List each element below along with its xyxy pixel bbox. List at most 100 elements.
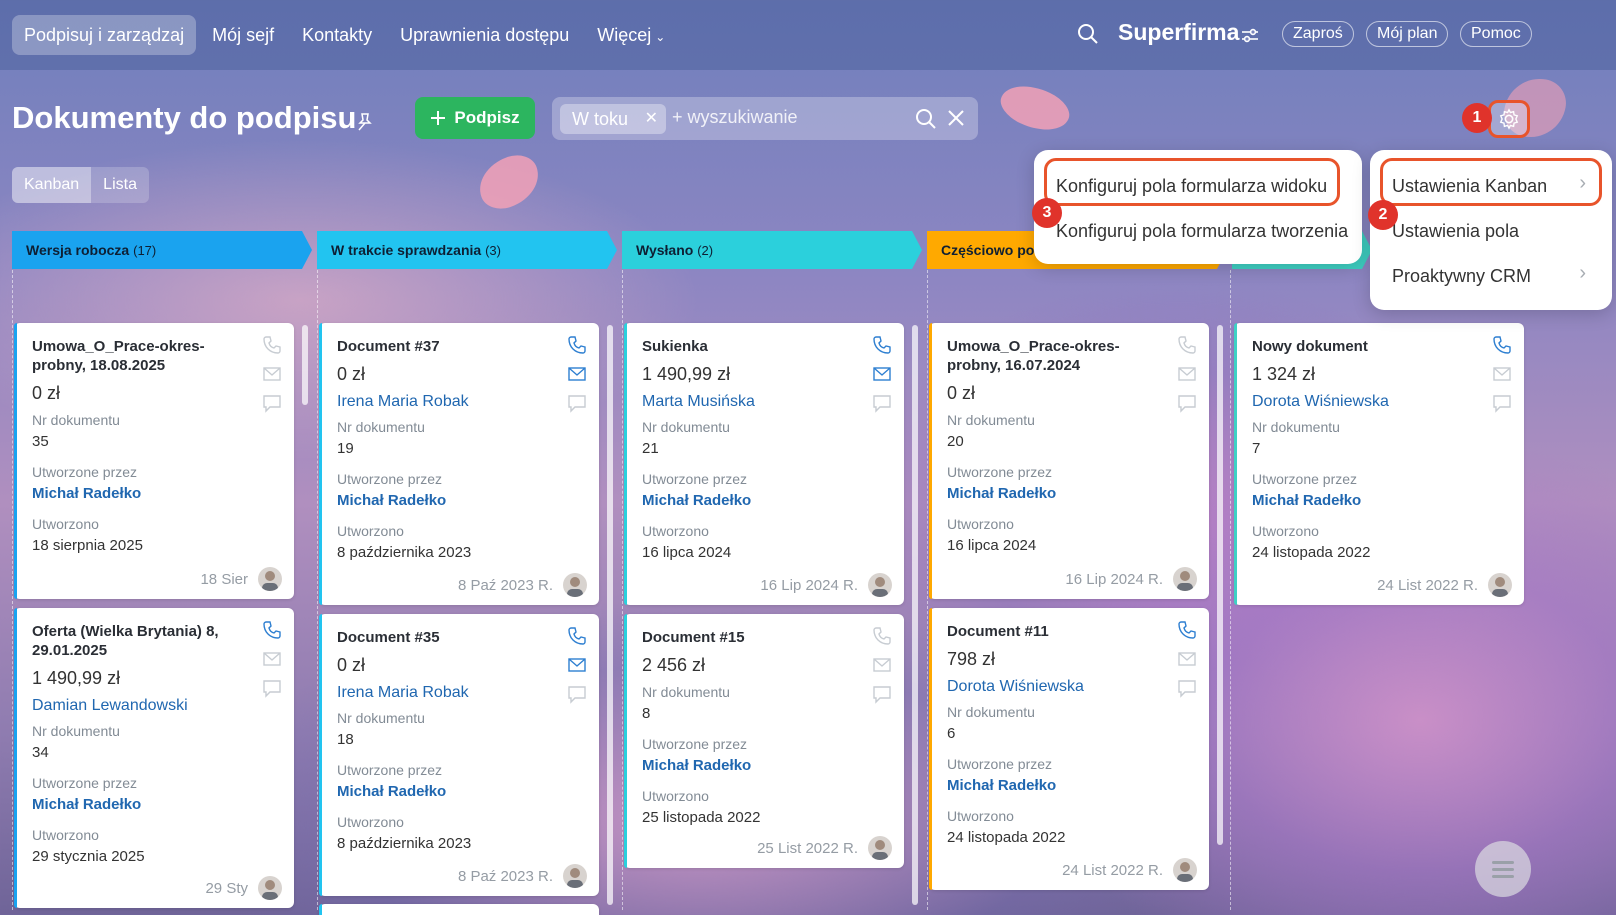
phone-icon[interactable] [1177,620,1197,640]
mail-icon[interactable] [567,364,587,384]
avatar[interactable] [563,864,587,888]
kanban-card[interactable]: Document #11 798 zł Dorota Wiśniewska Nr… [929,608,1209,890]
mail-icon[interactable] [1492,364,1512,384]
phone-icon[interactable] [1492,335,1512,355]
card-title[interactable]: Umowa_O_Prace-okres-probny, 16.07.2024 [947,337,1157,375]
card-author-link[interactable]: Michał Radełko [32,796,276,813]
avatar[interactable] [258,567,282,591]
stage-header-sent[interactable]: Wysłano (2) [622,231,922,269]
card-client-link[interactable]: Dorota Wiśniewska [947,678,1191,696]
floating-menu-button[interactable] [1475,841,1531,897]
card-title[interactable]: Document #11 [947,622,1157,641]
view-kanban-tab[interactable]: Kanban [12,167,92,203]
mail-icon[interactable] [872,364,892,384]
phone-icon[interactable] [1177,335,1197,355]
phone-icon[interactable] [262,335,282,355]
my-plan-button[interactable]: Mój plan [1366,21,1449,47]
chat-icon[interactable] [567,393,587,413]
card-author-link[interactable]: Michał Radełko [947,485,1191,502]
chat-icon[interactable] [1492,393,1512,413]
avatar[interactable] [1173,858,1197,882]
card-author-link[interactable]: Michał Radełko [1252,492,1506,509]
kanban-card[interactable]: Umowa_O_Prace-okres-probny, 16.07.2024 0… [929,323,1209,599]
chat-icon[interactable] [1177,393,1197,413]
kanban-card[interactable]: Document #35 0 zł Irena Maria Robak Nr d… [319,614,599,896]
kanban-card[interactable]: Umowa_O_Prace-okres-probny, 18.08.2025 0… [14,323,294,599]
card-author-link[interactable]: Michał Radełko [337,492,581,509]
view-list-tab[interactable]: Lista [91,167,149,203]
filter-chip-in-progress[interactable]: W toku ✕ [560,104,666,134]
mail-icon[interactable] [1177,364,1197,384]
phone-icon[interactable] [872,335,892,355]
search-input[interactable]: + wyszukiwanie [672,107,798,128]
stage-header-in-review[interactable]: W trakcie sprawdzania (3) [317,231,617,269]
nav-contacts[interactable]: Kontakty [290,15,384,55]
chat-icon[interactable] [872,393,892,413]
column-scrollbar[interactable] [302,325,308,405]
menu-item-proactive-crm[interactable]: Proaktywny CRM [1392,266,1531,287]
card-title[interactable]: Document #35 [337,628,547,647]
chat-icon[interactable] [262,678,282,698]
card-author-link[interactable]: Michał Radełko [642,492,886,509]
close-icon[interactable]: ✕ [645,104,658,134]
phone-icon[interactable] [262,620,282,640]
mail-icon[interactable] [567,655,587,675]
help-button[interactable]: Pomoc [1460,21,1532,47]
avatar[interactable] [868,573,892,597]
card-title[interactable]: Nowy dokument [1252,337,1462,356]
phone-icon[interactable] [872,626,892,646]
card-author-link[interactable]: Michał Radełko [32,485,276,502]
card-client-link[interactable]: Damian Lewandowski [32,697,276,715]
menu-item-field-settings[interactable]: Ustawienia pola [1392,221,1519,242]
chat-icon[interactable] [872,684,892,704]
chat-icon[interactable] [262,393,282,413]
card-client-link[interactable]: Marta Musińska [642,393,886,411]
kanban-card[interactable]: Document #37 0 zł Irena Maria Robak Nr d… [319,323,599,605]
kanban-card[interactable] [319,904,599,915]
sign-button[interactable]: Podpisz [415,97,535,139]
company-name[interactable]: Superfirma [1118,19,1239,46]
card-title[interactable]: Oferta (Wielka Brytania) 8, 29.01.2025 [32,622,242,660]
mail-icon[interactable] [872,655,892,675]
phone-icon[interactable] [567,335,587,355]
avatar[interactable] [563,573,587,597]
mail-icon[interactable] [1177,649,1197,669]
card-title[interactable]: Document #15 [642,628,852,647]
card-title[interactable]: Umowa_O_Prace-okres-probny, 18.08.2025 [32,337,242,375]
nav-access-permissions[interactable]: Uprawnienia dostępu [388,15,581,55]
column-scrollbar[interactable] [607,325,613,905]
settings-gear-button[interactable] [1488,100,1530,138]
chat-icon[interactable] [1177,678,1197,698]
search-icon[interactable] [915,108,937,130]
nav-sign-and-manage[interactable]: Podpisuj i zarządzaj [12,15,197,55]
invite-button[interactable]: Zaproś [1282,21,1354,47]
card-author-link[interactable]: Michał Radełko [337,783,581,800]
stage-header-draft[interactable]: Wersja robocza (17) [12,231,312,269]
pin-icon[interactable] [355,112,375,132]
card-title[interactable]: Document #37 [337,337,547,356]
nav-my-vault[interactable]: Mój sejf [200,15,286,55]
card-client-link[interactable]: Irena Maria Robak [337,393,581,411]
phone-icon[interactable] [567,626,587,646]
card-client-link[interactable]: Dorota Wiśniewska [1252,393,1506,411]
kanban-card[interactable]: Sukienka 1 490,99 zł Marta Musińska Nr d… [624,323,904,605]
sliders-icon[interactable] [1240,25,1260,45]
chat-icon[interactable] [567,684,587,704]
avatar[interactable] [868,836,892,860]
clear-icon[interactable] [946,108,966,128]
search-icon[interactable] [1076,22,1100,46]
column-scrollbar[interactable] [912,325,918,905]
avatar[interactable] [258,876,282,900]
card-title[interactable]: Sukienka [642,337,852,356]
card-author-link[interactable]: Michał Radełko [642,757,886,774]
avatar[interactable] [1173,567,1197,591]
kanban-card[interactable]: Document #15 2 456 zł Nr dokumentu 8 Utw… [624,614,904,868]
menu-item-configure-create-form[interactable]: Konfiguruj pola formularza tworzenia [1056,221,1348,242]
mail-icon[interactable] [262,364,282,384]
avatar[interactable] [1488,573,1512,597]
mail-icon[interactable] [262,649,282,669]
kanban-card[interactable]: Nowy dokument 1 324 zł Dorota Wiśniewska… [1234,323,1524,605]
card-client-link[interactable]: Irena Maria Robak [337,684,581,702]
card-author-link[interactable]: Michał Radełko [947,777,1191,794]
column-scrollbar[interactable] [1217,325,1223,845]
